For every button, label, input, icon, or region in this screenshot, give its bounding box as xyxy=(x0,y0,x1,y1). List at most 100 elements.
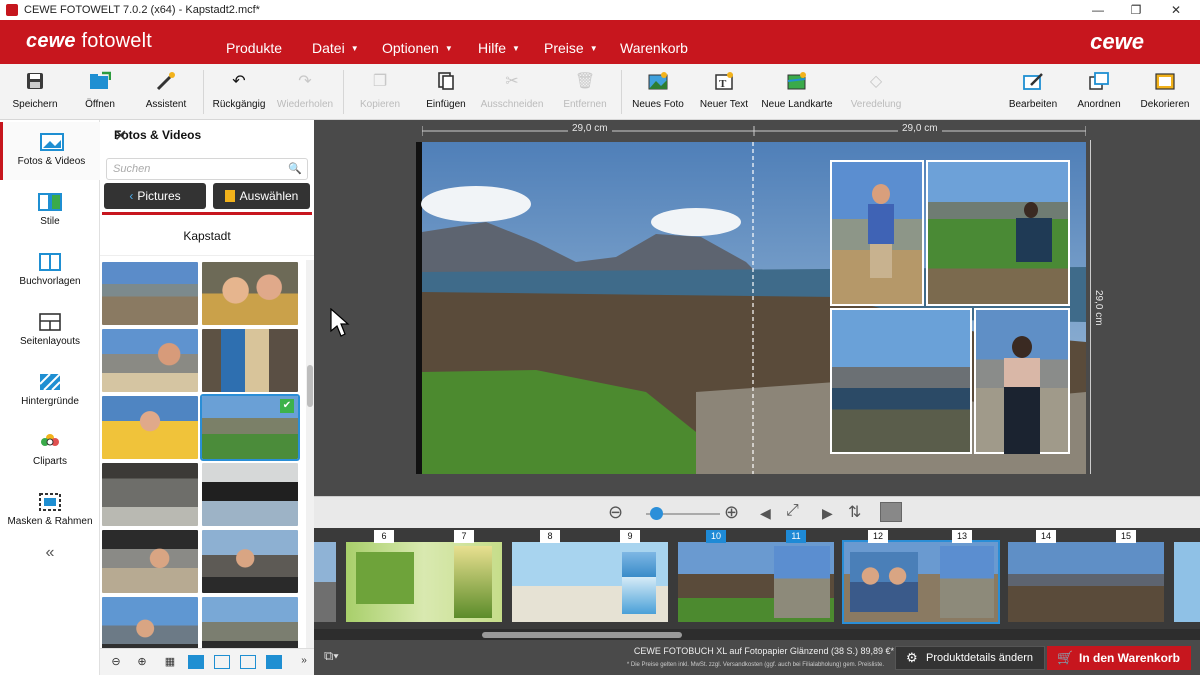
nav-cliparts[interactable]: Cliparts xyxy=(0,422,100,480)
photo-thumbnail[interactable] xyxy=(102,329,198,392)
photo-thumbnail[interactable] xyxy=(202,463,298,526)
menu-optionen[interactable]: Optionen ▼ xyxy=(382,40,453,56)
photobook-spread[interactable] xyxy=(416,142,1086,474)
next-page-icon[interactable]: ▶ xyxy=(822,505,833,522)
scrollbar-thumb[interactable] xyxy=(482,632,682,638)
remove-button[interactable]: 🗑 Entfernen xyxy=(552,68,618,116)
edit-button[interactable]: Bearbeiten xyxy=(1000,68,1066,116)
panel-scrollbar[interactable] xyxy=(306,260,314,650)
view-medium-icon[interactable] xyxy=(214,655,230,669)
photo-thumbnail-selected[interactable]: ✔ xyxy=(200,394,300,461)
view-grid-icon[interactable] xyxy=(266,655,282,669)
previous-page-icon[interactable]: ◀ xyxy=(760,505,771,522)
frame-icon xyxy=(1154,71,1176,93)
page-spread[interactable]: 8 9 xyxy=(512,530,668,622)
photo-thumbnail[interactable] xyxy=(202,597,298,650)
chevron-down-icon: ▼ xyxy=(444,44,453,53)
text-add-icon: T xyxy=(713,71,735,93)
search-input[interactable]: Suchen 🔍 xyxy=(106,158,308,180)
view-mode-icon[interactable]: ⧉▾ xyxy=(324,648,339,664)
page-spread[interactable] xyxy=(1174,542,1200,622)
window-title: CEWE FOTOWELT 7.0.2 (x64) - Kapstadt2.mc… xyxy=(24,4,260,16)
photo-thumbnail[interactable] xyxy=(202,530,298,593)
more-options-button[interactable]: » xyxy=(296,655,312,669)
view-large-icon[interactable] xyxy=(188,655,204,669)
view-small-icon[interactable] xyxy=(240,655,256,669)
photo-thumbnail[interactable] xyxy=(102,396,198,459)
chevron-down-icon: ▼ xyxy=(589,44,598,53)
save-button[interactable]: Speichern xyxy=(2,68,68,116)
nav-fotos-videos[interactable]: Fotos & Videos xyxy=(0,122,100,180)
menu-produkte[interactable]: Produkte xyxy=(226,40,282,56)
add-to-cart-button[interactable]: 🛒 In den Warenkorb xyxy=(1047,646,1191,670)
photo-woman-scarf[interactable] xyxy=(974,308,1070,454)
photo-thumbnail[interactable] xyxy=(202,329,298,392)
menu-hilfe[interactable]: Hilfe ▼ xyxy=(478,40,520,56)
menu-warenkorb[interactable]: Warenkorb xyxy=(620,40,688,56)
assistant-button[interactable]: Assistent xyxy=(133,68,199,116)
decorate-button[interactable]: Dekorieren xyxy=(1132,68,1198,116)
image-add-icon xyxy=(647,71,669,93)
close-window-button[interactable]: ✕ xyxy=(1156,0,1196,20)
page-number: 7 xyxy=(454,530,474,543)
maximize-button[interactable]: ❐ xyxy=(1116,0,1156,20)
fit-to-screen-icon[interactable]: ⤢ xyxy=(786,502,799,520)
page-spread[interactable] xyxy=(314,542,336,622)
new-text-button[interactable]: T Neuer Text xyxy=(691,68,757,116)
menu-preise[interactable]: Preise ▼ xyxy=(544,40,598,56)
nav-stile[interactable]: Stile xyxy=(0,182,100,240)
zoom-in-icon[interactable]: ⊕ xyxy=(724,502,739,523)
mask-frame-icon xyxy=(38,492,62,512)
copy-button[interactable]: ❐ Kopieren xyxy=(347,68,413,116)
minimize-button[interactable]: — xyxy=(1078,0,1118,20)
photo-thumbnail[interactable] xyxy=(202,262,298,325)
left-navigation: Fotos & Videos Stile Buchvorlagen Seiten… xyxy=(0,120,100,675)
swap-pages-icon[interactable]: ⇅ xyxy=(848,502,861,522)
page-spread-selected[interactable]: 12 13 xyxy=(842,530,1000,624)
keyboard-icon[interactable] xyxy=(880,502,902,522)
new-photo-button[interactable]: Neues Foto xyxy=(625,68,691,116)
new-map-button[interactable]: Neue Landkarte xyxy=(757,68,837,116)
edit-icon xyxy=(1022,71,1044,93)
paste-button[interactable]: Einfügen xyxy=(413,68,479,116)
page-strip-scrollbar[interactable] xyxy=(314,629,1200,640)
folder-icon xyxy=(224,190,235,202)
zoom-slider-knob[interactable] xyxy=(650,507,663,520)
page-spread-current[interactable]: 10 11 xyxy=(678,530,834,622)
photo-thumbnail[interactable] xyxy=(102,262,198,325)
menu-datei[interactable]: Datei ▼ xyxy=(312,40,359,56)
pictures-back-button[interactable]: ‹ Pictures xyxy=(104,183,206,209)
select-folder-button[interactable]: Auswählen xyxy=(213,183,310,209)
editor-canvas[interactable]: 29,0 cm 29,0 cm 29,0 cm xyxy=(314,120,1200,496)
photo-thumbnail[interactable] xyxy=(102,530,198,593)
open-button[interactable]: Öffnen xyxy=(67,68,133,116)
photo-thumbnail[interactable] xyxy=(102,463,198,526)
scrollbar-thumb[interactable] xyxy=(307,365,313,407)
nav-buchvorlagen[interactable]: Buchvorlagen xyxy=(0,242,100,300)
product-details-button[interactable]: ⚙ Produktdetails ändern xyxy=(895,646,1045,670)
close-panel-button[interactable]: ✕ xyxy=(114,126,306,146)
page-spread[interactable]: 14 15 xyxy=(1008,530,1164,622)
photo-thumbnail[interactable] xyxy=(102,597,198,650)
product-info: CEWE FOTOBUCH XL auf Fotopapier Glänzend… xyxy=(633,646,894,656)
book-template-icon xyxy=(38,252,62,272)
nav-masken-rahmen[interactable]: Masken & Rahmen xyxy=(0,482,100,540)
toolbar-divider xyxy=(621,70,622,114)
page-spread[interactable]: 6 7 xyxy=(346,530,502,622)
zoom-out-icon[interactable]: ⊖ xyxy=(108,655,124,669)
cut-button[interactable]: ✂ Ausschneiden xyxy=(479,68,545,116)
redo-button[interactable]: ↷ Wiederholen xyxy=(272,68,338,116)
collapse-sidebar-button[interactable]: « xyxy=(0,544,100,562)
photo-coastline[interactable] xyxy=(830,308,972,454)
zoom-in-icon[interactable]: ⊕ xyxy=(134,655,150,669)
arrange-button[interactable]: Anordnen xyxy=(1066,68,1132,116)
nav-hintergruende[interactable]: Hintergründe xyxy=(0,362,100,420)
refine-button[interactable]: ◇ Veredelung xyxy=(843,68,909,116)
nav-seitenlayouts[interactable]: Seitenlayouts xyxy=(0,302,100,360)
menubar: cewe fotowelt Produkte Datei ▼ Optionen ▼ … xyxy=(0,20,1200,64)
undo-button[interactable]: ↶ Rückgängig xyxy=(206,68,272,116)
photo-man-on-rocks[interactable] xyxy=(830,160,924,306)
sort-icon[interactable]: ▦ xyxy=(162,655,178,669)
photo-woman-sitting[interactable] xyxy=(926,160,1070,306)
zoom-out-icon[interactable]: ⊖ xyxy=(608,502,623,523)
